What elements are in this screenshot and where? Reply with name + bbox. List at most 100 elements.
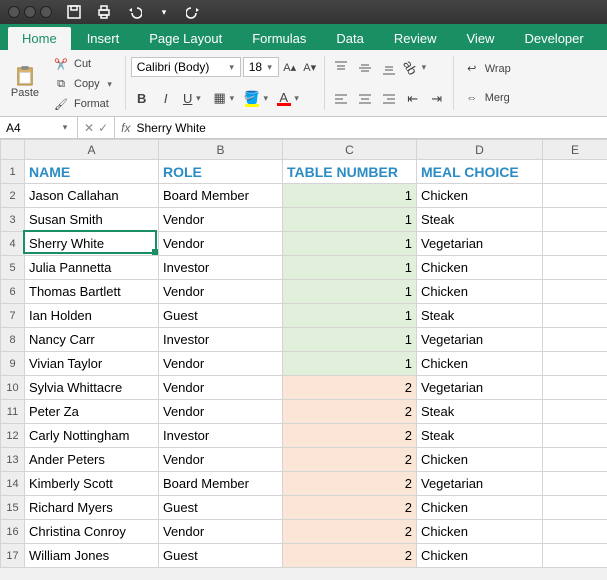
cell-A13[interactable]: Ander Peters xyxy=(25,448,159,472)
cell-E16[interactable] xyxy=(543,520,607,544)
row-header[interactable]: 3 xyxy=(1,208,25,232)
cell-A8[interactable]: Nancy Carr xyxy=(25,328,159,352)
cell-B8[interactable]: Investor xyxy=(159,328,283,352)
cell-A10[interactable]: Sylvia Whittacre xyxy=(25,376,159,400)
decrease-indent-button[interactable]: ⇤ xyxy=(402,88,424,110)
grid[interactable]: A B C D E 1NAMEROLETABLE NUMBERMEAL CHOI… xyxy=(0,139,607,568)
cell-B12[interactable]: Investor xyxy=(159,424,283,448)
row-header[interactable]: 5 xyxy=(1,256,25,280)
cell-A17[interactable]: William Jones xyxy=(25,544,159,568)
cell-C2[interactable]: 1 xyxy=(283,184,417,208)
save-icon[interactable] xyxy=(66,4,82,20)
row-header[interactable]: 12 xyxy=(1,424,25,448)
cell-A11[interactable]: Peter Za xyxy=(25,400,159,424)
cell-B1[interactable]: ROLE xyxy=(159,160,283,184)
cell-E4[interactable] xyxy=(543,232,607,256)
cell-B14[interactable]: Board Member xyxy=(159,472,283,496)
cell-B2[interactable]: Board Member xyxy=(159,184,283,208)
cell-D5[interactable]: Chicken xyxy=(417,256,543,280)
merge-button[interactable]: ⇔Merg xyxy=(459,88,515,108)
tab-home[interactable]: Home xyxy=(8,27,71,50)
italic-button[interactable]: I xyxy=(155,87,177,109)
tab-data[interactable]: Data xyxy=(322,27,377,50)
cell-A2[interactable]: Jason Callahan xyxy=(25,184,159,208)
cell-C16[interactable]: 2 xyxy=(283,520,417,544)
cell-E13[interactable] xyxy=(543,448,607,472)
cell-E17[interactable] xyxy=(543,544,607,568)
cell-A6[interactable]: Thomas Bartlett xyxy=(25,280,159,304)
row-header[interactable]: 11 xyxy=(1,400,25,424)
cell-D17[interactable]: Chicken xyxy=(417,544,543,568)
cell-D9[interactable]: Chicken xyxy=(417,352,543,376)
cell-B11[interactable]: Vendor xyxy=(159,400,283,424)
redo-icon[interactable] xyxy=(186,4,202,20)
window-minimize-icon[interactable] xyxy=(24,6,36,18)
cell-C10[interactable]: 2 xyxy=(283,376,417,400)
cell-C5[interactable]: 1 xyxy=(283,256,417,280)
cell-C8[interactable]: 1 xyxy=(283,328,417,352)
cell-E1[interactable] xyxy=(543,160,607,184)
cell-A4[interactable]: Sherry White xyxy=(25,232,159,256)
tab-developer[interactable]: Developer xyxy=(510,27,597,50)
fill-color-button[interactable]: 🪣▾ xyxy=(243,87,273,109)
shrink-font-button[interactable]: A▾ xyxy=(301,58,319,76)
align-center-button[interactable] xyxy=(354,88,376,110)
row-header[interactable]: 14 xyxy=(1,472,25,496)
cell-A16[interactable]: Christina Conroy xyxy=(25,520,159,544)
font-color-button[interactable]: A▾ xyxy=(275,87,305,109)
name-box[interactable]: A4 ▾ xyxy=(0,117,78,138)
window-zoom-icon[interactable] xyxy=(40,6,52,18)
font-size-select[interactable]: 18▾ xyxy=(243,57,279,77)
row-header[interactable]: 1 xyxy=(1,160,25,184)
cell-D15[interactable]: Chicken xyxy=(417,496,543,520)
orientation-button[interactable]: ab▾ xyxy=(402,57,432,79)
col-header-D[interactable]: D xyxy=(417,140,543,160)
cell-B4[interactable]: Vendor xyxy=(159,232,283,256)
bold-button[interactable]: B xyxy=(131,87,153,109)
window-close-icon[interactable] xyxy=(8,6,20,18)
format-painter-button[interactable]: 🖌Format xyxy=(48,94,120,114)
underline-button[interactable]: U▾ xyxy=(179,87,209,109)
cell-D6[interactable]: Chicken xyxy=(417,280,543,304)
cell-E2[interactable] xyxy=(543,184,607,208)
border-button[interactable]: ▦▾ xyxy=(211,87,241,109)
cell-C4[interactable]: 1 xyxy=(283,232,417,256)
select-all-corner[interactable] xyxy=(1,140,25,160)
col-header-E[interactable]: E xyxy=(543,140,607,160)
align-middle-button[interactable] xyxy=(354,57,376,79)
cell-E3[interactable] xyxy=(543,208,607,232)
tab-formulas[interactable]: Formulas xyxy=(238,27,320,50)
row-header[interactable]: 6 xyxy=(1,280,25,304)
cell-C3[interactable]: 1 xyxy=(283,208,417,232)
align-left-button[interactable] xyxy=(330,88,352,110)
row-header[interactable]: 2 xyxy=(1,184,25,208)
col-header-A[interactable]: A xyxy=(25,140,159,160)
cell-A15[interactable]: Richard Myers xyxy=(25,496,159,520)
cell-B16[interactable]: Vendor xyxy=(159,520,283,544)
cell-E5[interactable] xyxy=(543,256,607,280)
cell-C11[interactable]: 2 xyxy=(283,400,417,424)
wrap-text-button[interactable]: ↩Wrap xyxy=(459,59,515,79)
cell-A12[interactable]: Carly Nottingham xyxy=(25,424,159,448)
row-header[interactable]: 15 xyxy=(1,496,25,520)
cell-D2[interactable]: Chicken xyxy=(417,184,543,208)
cell-A3[interactable]: Susan Smith xyxy=(25,208,159,232)
cell-D7[interactable]: Steak xyxy=(417,304,543,328)
cell-A5[interactable]: Julia Pannetta xyxy=(25,256,159,280)
align-right-button[interactable] xyxy=(378,88,400,110)
print-icon[interactable] xyxy=(96,4,112,20)
undo-icon[interactable] xyxy=(126,4,142,20)
cell-B10[interactable]: Vendor xyxy=(159,376,283,400)
col-header-C[interactable]: C xyxy=(283,140,417,160)
row-header[interactable]: 7 xyxy=(1,304,25,328)
cut-button[interactable]: ✂️Cut xyxy=(48,54,120,74)
cell-C7[interactable]: 1 xyxy=(283,304,417,328)
cell-E9[interactable] xyxy=(543,352,607,376)
accept-formula-icon[interactable]: ✓ xyxy=(98,121,108,135)
cell-E10[interactable] xyxy=(543,376,607,400)
cell-B13[interactable]: Vendor xyxy=(159,448,283,472)
row-header[interactable]: 13 xyxy=(1,448,25,472)
cell-E14[interactable] xyxy=(543,472,607,496)
cell-A9[interactable]: Vivian Taylor xyxy=(25,352,159,376)
cell-C6[interactable]: 1 xyxy=(283,280,417,304)
